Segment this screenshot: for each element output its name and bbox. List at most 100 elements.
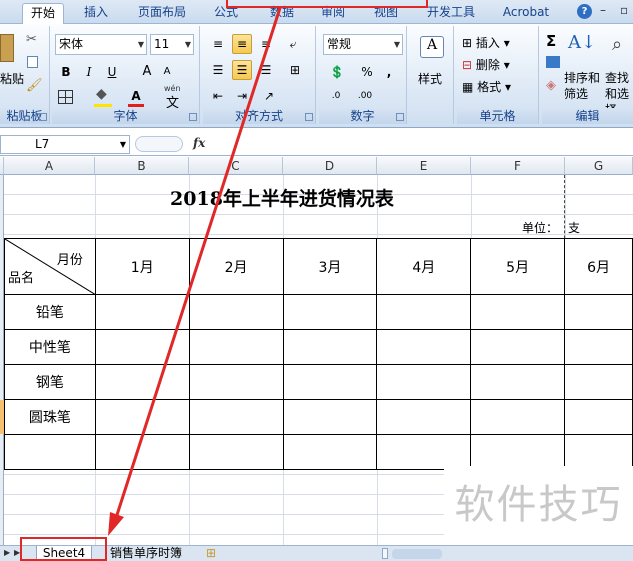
shrink-font-button[interactable]: A xyxy=(158,62,176,82)
wrap-text-button[interactable]: ⤶ xyxy=(283,34,303,54)
data-cell[interactable] xyxy=(94,364,190,400)
item-name-cell[interactable]: 铅笔 xyxy=(4,294,96,330)
data-cell[interactable] xyxy=(564,294,633,330)
unit-label[interactable]: 单位： xyxy=(522,219,558,236)
data-cell[interactable] xyxy=(376,294,472,330)
data-cell[interactable] xyxy=(470,399,566,435)
data-cell[interactable] xyxy=(94,434,190,470)
formula-bar-handle[interactable] xyxy=(135,136,183,152)
item-name-cell[interactable]: 钢笔 xyxy=(4,364,96,400)
decrease-decimal-button[interactable]: .00 xyxy=(353,86,377,106)
font-name-combo[interactable]: 宋体 ▼ xyxy=(55,34,147,55)
data-cell[interactable] xyxy=(94,399,190,435)
align-center-button[interactable]: ☰ xyxy=(232,60,252,80)
month-header-cell[interactable]: 5月 xyxy=(470,238,566,295)
data-cell[interactable] xyxy=(564,399,633,435)
italic-button[interactable]: I xyxy=(79,62,99,82)
borders-icon[interactable] xyxy=(58,90,73,104)
data-cell[interactable] xyxy=(376,434,472,470)
format-painter-icon[interactable]: 🖌 xyxy=(26,78,43,93)
data-cell[interactable] xyxy=(376,399,472,435)
number-format-combo[interactable]: 常规 ▼ xyxy=(323,34,403,55)
horizontal-scrollbar[interactable] xyxy=(392,549,442,559)
help-icon[interactable]: ? xyxy=(577,4,592,19)
column-header-b[interactable]: B xyxy=(95,157,189,175)
minimize-ribbon-icon[interactable]: – xyxy=(600,3,606,17)
styles-button[interactable]: 样式 xyxy=(418,70,442,87)
data-cell[interactable] xyxy=(282,329,378,365)
orientation-button[interactable]: ↗ xyxy=(258,86,280,106)
insert-cells-button[interactable]: ⊞ 插入 ▾ xyxy=(462,34,510,51)
month-header-cell[interactable]: 3月 xyxy=(282,238,378,295)
month-header-cell[interactable]: 1月 xyxy=(94,238,190,295)
data-cell[interactable] xyxy=(564,329,633,365)
increase-decimal-button[interactable]: .0 xyxy=(324,86,348,106)
data-cell[interactable] xyxy=(188,329,284,365)
data-cell[interactable] xyxy=(564,364,633,400)
underline-button[interactable]: U xyxy=(102,62,122,82)
data-cell[interactable] xyxy=(94,294,190,330)
insert-sheet-icon[interactable]: ⊞ xyxy=(198,546,224,561)
copy-icon[interactable] xyxy=(27,56,38,68)
data-cell[interactable] xyxy=(470,294,566,330)
bold-button[interactable]: B xyxy=(56,62,76,82)
format-cells-button[interactable]: ▦ 格式 ▾ xyxy=(462,78,511,95)
paste-icon[interactable] xyxy=(0,34,14,62)
font-size-combo[interactable]: 11 ▼ xyxy=(150,34,194,55)
data-cell[interactable] xyxy=(188,399,284,435)
data-cell[interactable] xyxy=(376,329,472,365)
sheet-tab-sales[interactable]: 销售单序时簿 xyxy=(100,546,192,561)
month-header-cell[interactable]: 6月 xyxy=(564,238,633,295)
delete-cells-button[interactable]: ⊟ 删除 ▾ xyxy=(462,56,510,73)
data-cell[interactable] xyxy=(470,329,566,365)
fill-icon[interactable] xyxy=(546,56,560,68)
font-color-button[interactable]: A xyxy=(126,86,146,106)
window-restore-icon[interactable]: ▫ xyxy=(620,3,628,17)
column-header-g[interactable]: G xyxy=(565,157,633,175)
sort-filter-button[interactable]: 排序和筛选 xyxy=(564,70,604,102)
diagonal-header-cell[interactable]: 月份 品名 xyxy=(4,238,96,295)
name-box[interactable]: L7 ▼ xyxy=(0,135,130,154)
data-cell[interactable] xyxy=(470,364,566,400)
column-header-a[interactable]: A xyxy=(4,157,95,175)
find-select-icon[interactable]: ⌕ xyxy=(612,34,622,55)
decrease-indent-button[interactable]: ⇤ xyxy=(208,86,228,106)
fill-color-icon[interactable]: ◆ xyxy=(96,86,107,102)
tab-acrobat[interactable]: Acrobat xyxy=(497,3,555,24)
month-header-cell[interactable]: 4月 xyxy=(376,238,472,295)
clear-icon[interactable]: ◈ xyxy=(546,78,556,93)
align-middle-button[interactable]: ≡ xyxy=(232,34,252,54)
number-launcher-icon[interactable] xyxy=(396,113,404,121)
column-header-e[interactable]: E xyxy=(377,157,471,175)
data-cell[interactable] xyxy=(282,434,378,470)
column-header-c[interactable]: C xyxy=(189,157,283,175)
autosum-icon[interactable]: Σ xyxy=(546,32,556,50)
sort-filter-icon[interactable]: A↓ xyxy=(568,32,596,53)
data-cell[interactable] xyxy=(376,364,472,400)
accounting-format-button[interactable]: 💲 xyxy=(324,62,350,82)
data-cell[interactable] xyxy=(188,434,284,470)
alignment-launcher-icon[interactable] xyxy=(305,113,313,121)
column-header-f[interactable]: F xyxy=(471,157,565,175)
unit-value[interactable]: 支 xyxy=(568,219,580,236)
item-name-cell[interactable]: 中性笔 xyxy=(4,329,96,365)
cut-icon[interactable]: ✂ xyxy=(26,32,37,47)
paste-label[interactable]: 粘贴 xyxy=(0,70,24,87)
align-right-button[interactable]: ☰ xyxy=(256,60,276,80)
data-cell[interactable] xyxy=(282,399,378,435)
font-launcher-icon[interactable] xyxy=(189,113,197,121)
tab-home[interactable]: 开始 xyxy=(22,3,64,24)
merge-center-button[interactable]: ⊞ xyxy=(283,60,307,80)
data-cell[interactable] xyxy=(470,434,566,470)
percent-button[interactable]: % xyxy=(357,62,377,82)
item-name-cell[interactable]: 圆珠笔 xyxy=(4,399,96,435)
sheet-nav-prev-icon[interactable]: ▶ xyxy=(4,548,10,557)
data-cell[interactable] xyxy=(282,294,378,330)
align-top-button[interactable]: ≡ xyxy=(208,34,228,54)
data-cell[interactable] xyxy=(188,294,284,330)
data-cell[interactable] xyxy=(188,364,284,400)
tab-developer[interactable]: 开发工具 xyxy=(420,3,482,24)
align-bottom-button[interactable]: ≡ xyxy=(256,34,276,54)
increase-indent-button[interactable]: ⇥ xyxy=(232,86,252,106)
tab-split-handle[interactable] xyxy=(382,548,388,559)
